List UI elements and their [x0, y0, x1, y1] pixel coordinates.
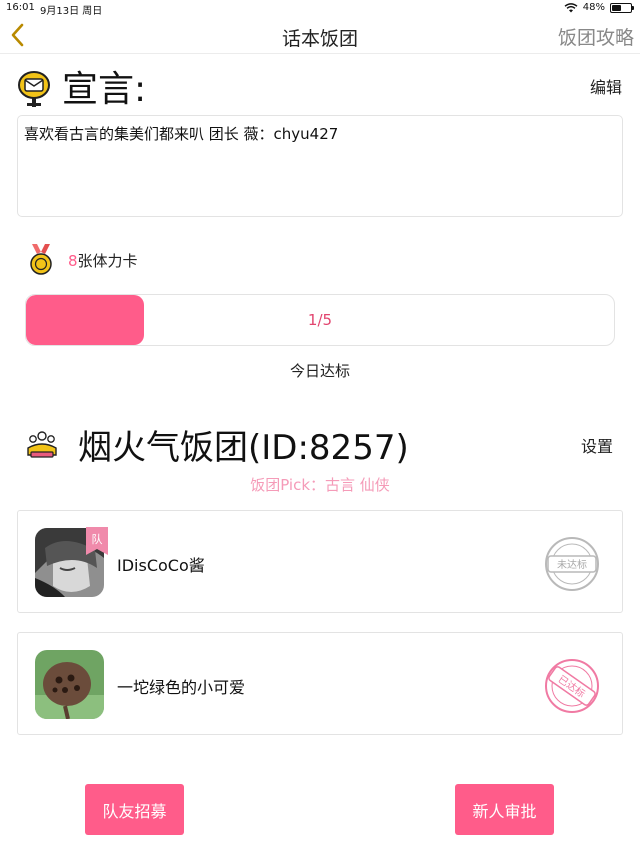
progress-caption: 今日达标 [289, 362, 350, 380]
mailbox-icon [18, 71, 50, 107]
group-name: 烟火气饭团(ID:8257) [78, 428, 409, 468]
medal-icon [30, 244, 52, 275]
settings-button[interactable]: 设置 [581, 433, 613, 457]
stamina-count: 8 [68, 252, 78, 270]
progress-text: 1/5 [307, 311, 333, 329]
leader-badge-label: 队 [92, 532, 103, 546]
status-time: 16:01 [6, 2, 35, 13]
leader-badge-icon: 队 [86, 527, 108, 555]
declaration-title: 宣言: [62, 69, 147, 110]
page-title: 话本饭团 [281, 28, 358, 50]
qualified-stamp-icon: 已达标 [545, 659, 599, 713]
stamina-text: 8张体力卡 [68, 250, 138, 271]
avatar [35, 650, 104, 719]
status-date: 9月13日 周日 [40, 6, 103, 17]
avatar-image [35, 650, 104, 719]
member-name: IDisCoCo酱 [117, 556, 205, 575]
member-card[interactable]: IDisCoCo酱 未达标 [17, 510, 623, 613]
team-icon [27, 431, 57, 458]
status-right: 48% [564, 2, 634, 13]
guide-link[interactable]: 饭团攻略 [558, 23, 634, 50]
member-name: 一坨绿色的小可爱 [117, 678, 246, 697]
group-pick: 饭团Pick：古言 仙侠 [250, 476, 390, 494]
member-card[interactable]: 一坨绿色的小可爱 已达标 [17, 632, 623, 735]
nav-bar: 话本饭团 饭团攻略 [0, 16, 640, 54]
declaration-text: 喜欢看古言的集美们都来叭 团长 薇：chyu427 [17, 115, 623, 217]
recruit-button[interactable]: 队友招募 [85, 784, 184, 835]
member-status: 未达标 [557, 559, 587, 571]
stamina-label: 张体力卡 [77, 252, 138, 270]
wifi-icon [564, 2, 578, 12]
battery-percent: 48% [582, 2, 605, 13]
battery-icon [610, 2, 634, 13]
edit-button[interactable]: 编辑 [590, 74, 622, 98]
battery-fill [612, 4, 621, 11]
status-bar: 16:01 9月13日 周日 48% [0, 0, 640, 17]
approve-button[interactable]: 新人审批 [455, 784, 554, 835]
daily-progress-bar: 1/5 [25, 294, 615, 346]
not-qualified-stamp-icon: 未达标 [545, 537, 599, 591]
